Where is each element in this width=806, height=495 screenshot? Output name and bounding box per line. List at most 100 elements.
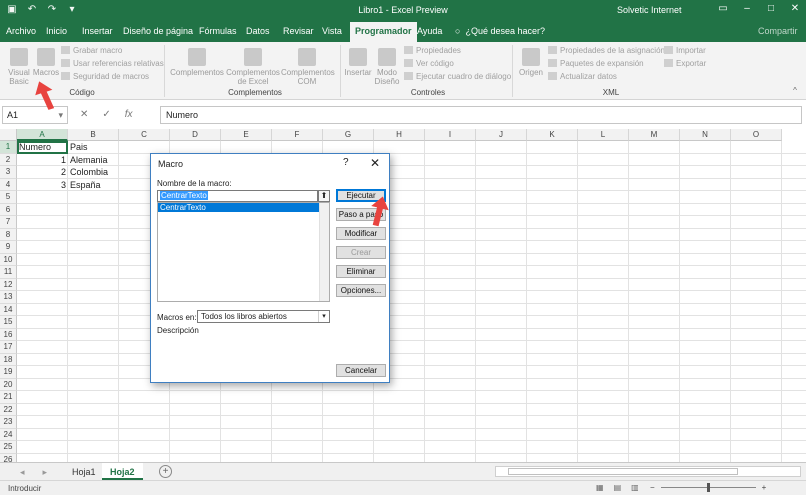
macros-en-select[interactable]: Todos los libros abiertos ▾ (197, 310, 330, 323)
cell-a3[interactable]: 2 (17, 166, 68, 179)
eliminar-button[interactable]: Eliminar (336, 265, 386, 278)
record-macro-button[interactable]: Grabar macro (61, 46, 122, 55)
insert-function-icon[interactable]: fx (125, 109, 133, 120)
row-header-13[interactable]: 13 (0, 291, 17, 304)
column-header-i[interactable]: I (425, 129, 476, 141)
column-header-e[interactable]: E (221, 129, 272, 141)
column-header-c[interactable]: C (119, 129, 170, 141)
tab-vista[interactable]: Vista (322, 26, 342, 36)
tab-programador[interactable]: Programador (350, 22, 417, 42)
crear-button[interactable]: Crear (336, 246, 386, 259)
row-header-8[interactable]: 8 (0, 228, 17, 241)
row-header-3[interactable]: 3 (0, 166, 17, 179)
row-header-18[interactable]: 18 (0, 353, 17, 366)
tab-datos[interactable]: Datos (246, 26, 270, 36)
tab-inicio[interactable]: Inicio (46, 26, 67, 36)
expansion-packs-button[interactable]: Paquetes de expansión (548, 59, 644, 68)
row-header-11[interactable]: 11 (0, 266, 17, 279)
insertar-control-button[interactable]: Insertar (343, 48, 373, 77)
design-mode-button[interactable]: Modo Diseño (373, 48, 401, 86)
view-code-button[interactable]: Ver código (404, 59, 454, 68)
column-header-d[interactable]: D (170, 129, 221, 141)
row-header-7[interactable]: 7 (0, 216, 17, 229)
row-header-16[interactable]: 16 (0, 328, 17, 341)
tab-archivo[interactable]: Archivo (6, 26, 36, 36)
cell-a2[interactable]: 1 (17, 154, 68, 167)
formula-input[interactable]: Numero (160, 106, 802, 124)
confirm-entry-icon[interactable]: ✓ (102, 109, 110, 120)
column-header-m[interactable]: M (629, 129, 680, 141)
spreadsheet-grid[interactable]: ABCDEFGHIJKLMNO 1 2 3 4 5 6 7 8 9 10 11 12 13 14 15 16 1… (0, 129, 806, 462)
zoom-slider[interactable] (660, 483, 756, 492)
cell-b2[interactable]: Alemania (68, 154, 110, 167)
tab-revisar[interactable]: Revisar (283, 26, 314, 36)
tab-diseno-pagina[interactable]: Diseño de página (123, 26, 193, 36)
cell-a4[interactable]: 3 (17, 179, 68, 192)
select-all-corner[interactable] (0, 129, 17, 141)
close-icon[interactable]: ✕ (370, 156, 380, 170)
row-header-2[interactable]: 2 (0, 153, 17, 166)
share-button[interactable]: Compartir (758, 26, 798, 36)
complementos-button[interactable]: Complementos (170, 48, 224, 77)
next-sheet-icon[interactable]: ▸ (43, 467, 48, 478)
modificar-button[interactable]: Modificar (336, 227, 386, 240)
tab-ayuda[interactable]: Ayuda (417, 26, 442, 36)
row-header-12[interactable]: 12 (0, 278, 17, 291)
page-break-icon[interactable]: ▥ (631, 483, 639, 492)
row-header-15[interactable]: 15 (0, 316, 17, 329)
row-header-5[interactable]: 5 (0, 191, 17, 204)
row-header-14[interactable]: 14 (0, 303, 17, 316)
horizontal-scrollbar[interactable] (495, 466, 801, 477)
column-header-j[interactable]: J (476, 129, 527, 141)
column-header-b[interactable]: B (68, 129, 119, 141)
cancelar-button[interactable]: Cancelar (336, 364, 386, 377)
chevron-down-icon[interactable]: ▾ (318, 311, 329, 322)
column-header-g[interactable]: G (323, 129, 374, 141)
column-header-h[interactable]: H (374, 129, 425, 141)
normal-view-icon[interactable]: ▦ (596, 483, 604, 492)
cell-b4[interactable]: España (68, 179, 103, 192)
complementos-excel-button[interactable]: Complementos de Excel (226, 48, 280, 86)
tab-formulas[interactable]: Fórmulas (199, 26, 237, 36)
row-header-20[interactable]: 20 (0, 378, 17, 391)
sheet-tab-hoja2[interactable]: Hoja2 (102, 463, 143, 480)
refresh-data-button[interactable]: Actualizar datos (548, 72, 617, 81)
macro-list-scrollbar[interactable] (319, 203, 329, 301)
row-header-9[interactable]: 9 (0, 241, 17, 254)
add-sheet-icon[interactable]: + (159, 465, 172, 478)
row-header-25[interactable]: 25 (0, 441, 17, 454)
column-header-l[interactable]: L (578, 129, 629, 141)
properties-button[interactable]: Propiedades (404, 46, 461, 55)
macros-button[interactable]: Macros (32, 48, 60, 77)
row-header-24[interactable]: 24 (0, 428, 17, 441)
cancel-entry-icon[interactable]: ✕ (80, 109, 88, 120)
collapse-dialog-icon[interactable]: ⬆ (318, 190, 330, 202)
column-header-n[interactable]: N (680, 129, 731, 141)
row-header-6[interactable]: 6 (0, 203, 17, 216)
tab-insertar[interactable]: Insertar (82, 26, 113, 36)
visual-basic-button[interactable]: Visual Basic (4, 48, 34, 86)
macro-list[interactable]: CentrarTexto (157, 202, 330, 302)
run-dialog-button[interactable]: Ejecutar cuadro de diálogo (404, 72, 511, 81)
row-header-10[interactable]: 10 (0, 253, 17, 266)
tell-me-search[interactable]: ○ ¿Qué desea hacer? (455, 26, 545, 36)
export-button[interactable]: Exportar (664, 59, 706, 68)
maximize-icon[interactable]: □ (764, 3, 778, 14)
import-button[interactable]: Importar (664, 46, 706, 55)
horizontal-scroll-thumb[interactable] (508, 468, 738, 475)
cell-b3[interactable]: Colombia (68, 166, 110, 179)
list-item[interactable]: CentrarTexto (158, 203, 320, 212)
macro-security-button[interactable]: Seguridad de macros (61, 72, 149, 81)
complementos-com-button[interactable]: Complementos COM (281, 48, 335, 86)
map-properties-button[interactable]: Propiedades de la asignación (548, 46, 665, 55)
zoom-out-icon[interactable]: − (650, 483, 655, 492)
opciones-button[interactable]: Opciones... (336, 284, 386, 297)
prev-sheet-icon[interactable]: ◂ (20, 467, 25, 478)
minimize-icon[interactable]: – (740, 3, 754, 14)
row-header-22[interactable]: 22 (0, 403, 17, 416)
collapse-ribbon-icon[interactable]: ^ (790, 86, 800, 95)
column-header-a[interactable]: A (17, 129, 68, 141)
name-box-dropdown-icon[interactable]: ▾ (58, 110, 63, 121)
relative-references-button[interactable]: Usar referencias relativas (61, 59, 164, 68)
zoom-in-icon[interactable]: + (762, 483, 767, 492)
